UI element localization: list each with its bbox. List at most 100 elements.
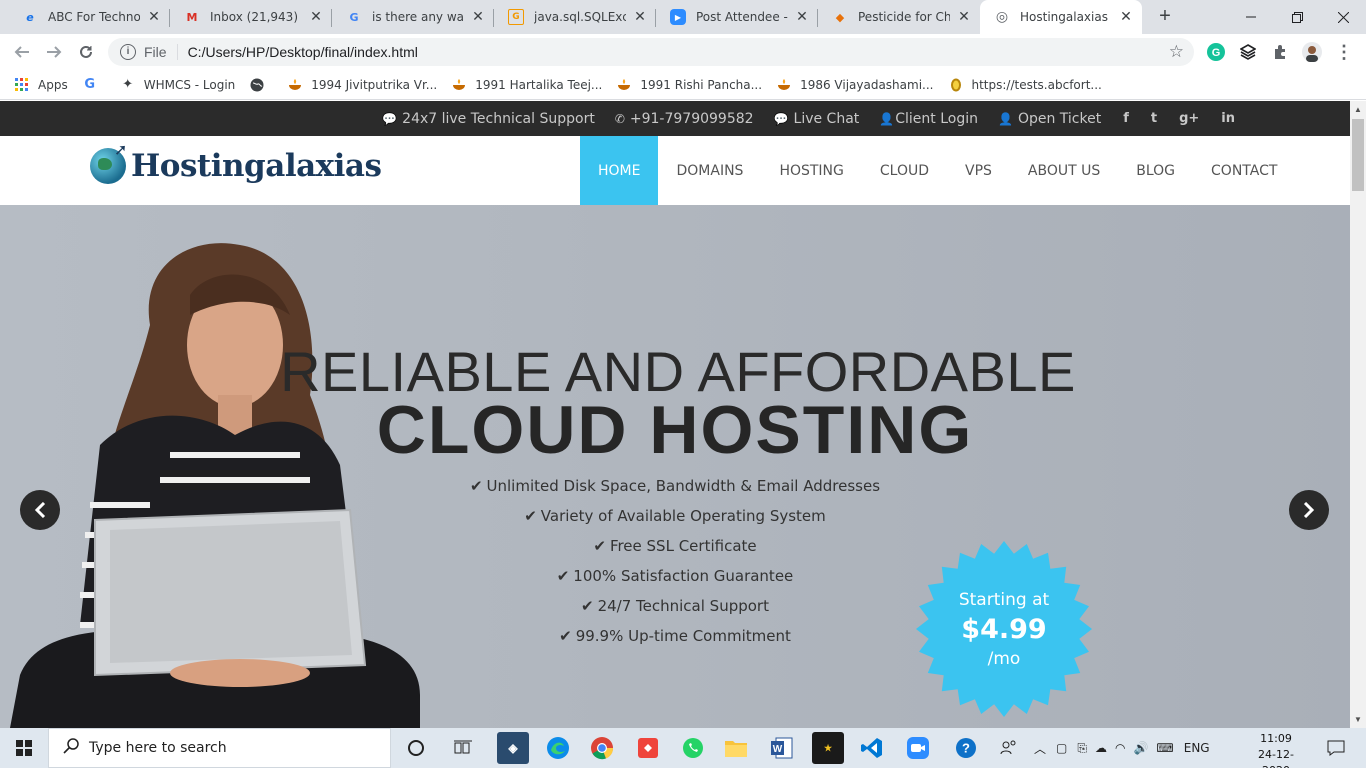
support-link[interactable]: 💬 24x7 live Technical Support — [382, 111, 595, 127]
whmcs-icon: ✦ — [122, 77, 134, 92]
close-tab-icon[interactable]: ✕ — [1118, 9, 1134, 25]
gmail-icon: M — [186, 10, 198, 24]
open-ticket-link[interactable]: 👤 Open Ticket — [998, 111, 1101, 127]
edge-icon[interactable] — [542, 732, 574, 764]
slider-next-button[interactable] — [1289, 490, 1329, 530]
grammarly-extension-icon[interactable]: G — [1206, 42, 1226, 62]
zoom-icon[interactable] — [902, 732, 934, 764]
page-scrollbar[interactable]: ▲ ▼ — [1350, 101, 1366, 728]
notifications-icon[interactable] — [1320, 732, 1352, 764]
google-plus-icon[interactable]: g+ — [1179, 111, 1199, 126]
nav-domains[interactable]: DOMAINS — [658, 136, 761, 205]
taskbar-search[interactable]: Type here to search — [48, 728, 391, 768]
bookmark-star-icon[interactable]: ☆ — [1169, 42, 1184, 62]
browser-tab[interactable]: M Inbox (21,943) - in ✕ — [170, 0, 332, 34]
extensions-puzzle-icon[interactable] — [1270, 42, 1290, 62]
forward-arrow-icon — [47, 46, 62, 58]
nav-contact[interactable]: CONTACT — [1193, 136, 1295, 205]
people-icon[interactable] — [993, 732, 1025, 764]
bookmark-vijayadashami[interactable]: 1986 Vijayadashami... — [776, 77, 934, 93]
help-icon[interactable]: ? — [950, 732, 982, 764]
network-status-icon[interactable]: ⎘ — [1077, 741, 1087, 756]
address-bar[interactable]: i File C:/Users/HP/Desktop/final/index.h… — [108, 38, 1194, 66]
nav-hosting[interactable]: HOSTING — [761, 136, 861, 205]
minimize-icon — [1246, 16, 1256, 18]
hero-subheadline: CLOUD HOSTING — [376, 392, 974, 468]
nav-blog[interactable]: BLOG — [1118, 136, 1193, 205]
profile-avatar[interactable] — [1302, 42, 1322, 62]
browser-tab-active[interactable]: ◎ Hostingalaxias | W ✕ — [980, 0, 1142, 34]
browser-tab[interactable]: G java.sql.SQLExcept ✕ — [494, 0, 656, 34]
comments-icon: 💬 — [382, 111, 398, 126]
hero-slider: RELIABLE AND AFFORDABLE CLOUD HOSTING ✔ U… — [0, 205, 1350, 728]
browser-tab[interactable]: e ABC For Technolog ✕ — [8, 0, 170, 34]
word-icon[interactable]: W — [766, 732, 798, 764]
linkedin-icon[interactable]: in — [1221, 111, 1235, 126]
chevron-up-icon[interactable]: ︿ — [1034, 740, 1046, 757]
new-tab-button[interactable]: + — [1154, 6, 1176, 28]
scrollbar-thumb[interactable] — [1352, 119, 1364, 191]
minimize-button[interactable] — [1228, 0, 1274, 34]
site-info-icon[interactable]: i — [120, 44, 136, 60]
reload-button[interactable] — [74, 40, 98, 64]
bookmark-hartalika[interactable]: 1991 Hartalika Teej... — [451, 77, 602, 93]
chrome-icon[interactable] — [586, 732, 618, 764]
browser-tab[interactable]: ▶ Post Attendee - Zo ✕ — [656, 0, 818, 34]
close-tab-icon[interactable]: ✕ — [470, 9, 486, 25]
browser-tab[interactable]: ◆ Pesticide for Chron ✕ — [818, 0, 980, 34]
price-badge[interactable]: Starting at $4.99 /mo — [916, 541, 1092, 717]
twitter-icon[interactable]: t — [1151, 111, 1157, 126]
scroll-up-icon[interactable]: ▲ — [1354, 105, 1362, 114]
task-view-icon[interactable] — [447, 732, 479, 764]
back-button[interactable] — [10, 40, 34, 64]
file-explorer-icon[interactable] — [720, 732, 752, 764]
nav-vps[interactable]: VPS — [947, 136, 1010, 205]
wifi-icon[interactable]: ◠ — [1115, 741, 1125, 755]
nav-home[interactable]: HOME — [580, 136, 659, 205]
close-tab-icon[interactable]: ✕ — [956, 9, 972, 25]
mysql-workbench-icon[interactable]: ◈ — [497, 732, 529, 764]
layers-extension-icon[interactable] — [1238, 42, 1258, 62]
browser-menu-icon[interactable]: ⋮ — [1334, 42, 1354, 62]
bookmark-rishi-panchami[interactable]: 1991 Rishi Pancha... — [616, 77, 762, 93]
maximize-button[interactable] — [1274, 0, 1320, 34]
close-tab-icon[interactable]: ✕ — [146, 9, 162, 25]
slider-prev-button[interactable] — [20, 490, 60, 530]
site-logo[interactable]: ➚ Hostingalaxias — [90, 142, 382, 184]
nav-about-us[interactable]: ABOUT US — [1010, 136, 1118, 205]
close-tab-icon[interactable]: ✕ — [794, 9, 810, 25]
bookmark-google[interactable]: G — [82, 77, 106, 93]
bookmark-abcfort-tests[interactable]: https://tests.abcfort... — [948, 77, 1102, 93]
cortana-icon[interactable] — [400, 732, 432, 764]
client-login-link[interactable]: 👤 Client Login — [879, 111, 978, 127]
check-icon: ✔ — [556, 567, 570, 585]
forward-button[interactable] — [42, 40, 66, 64]
system-clock[interactable]: 11:09 24-12-2020 — [1246, 731, 1306, 768]
onedrive-icon[interactable]: ☁ — [1095, 741, 1107, 755]
browser-tab[interactable]: G is there any way to ✕ — [332, 0, 494, 34]
game-app-icon[interactable]: ★ — [812, 732, 844, 764]
bookmark-whmcs-login[interactable]: ✦ WHMCS - Login — [120, 77, 235, 93]
url-text[interactable]: C:/Users/HP/Desktop/final/index.html — [188, 44, 418, 60]
close-tab-icon[interactable]: ✕ — [632, 9, 648, 25]
volume-icon[interactable]: 🔊 — [1133, 741, 1148, 755]
nav-cloud[interactable]: CLOUD — [862, 136, 947, 205]
facebook-icon[interactable]: f — [1123, 111, 1129, 126]
vscode-icon[interactable] — [856, 732, 888, 764]
live-chat-link[interactable]: 💬 Live Chat — [774, 111, 860, 127]
google-icon: G — [84, 77, 96, 92]
phone-link[interactable]: ✆ +91-7979099582 — [615, 111, 754, 127]
whatsapp-icon[interactable] — [677, 732, 709, 764]
keyboard-icon[interactable]: ⌨ — [1156, 741, 1173, 755]
device-icon[interactable]: ▢ — [1056, 741, 1067, 755]
language-indicator[interactable]: ENG — [1184, 741, 1210, 755]
close-window-button[interactable] — [1320, 0, 1366, 34]
bookmark-globe[interactable] — [249, 77, 273, 93]
scroll-down-icon[interactable]: ▼ — [1354, 715, 1362, 724]
anydesk-icon[interactable] — [632, 732, 664, 764]
system-tray: ︿ ▢ ⎘ ☁ ◠ 🔊 ⌨ ENG — [1034, 728, 1210, 768]
bookmark-jivitputrika[interactable]: 1994 Jivitputrika Vr... — [287, 77, 437, 93]
bookmark-apps[interactable]: Apps — [14, 77, 68, 93]
start-button[interactable] — [0, 728, 48, 768]
close-tab-icon[interactable]: ✕ — [308, 9, 324, 25]
